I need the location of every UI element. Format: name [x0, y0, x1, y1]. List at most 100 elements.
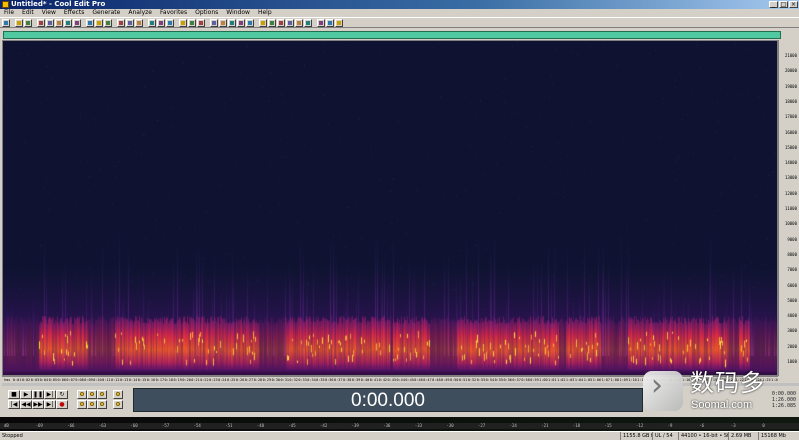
record-icon	[168, 20, 172, 25]
overview-bar[interactable]	[3, 31, 781, 39]
zoom-out-vertical-button[interactable]	[113, 400, 123, 409]
noise-button[interactable]	[304, 18, 312, 27]
db-label: -33	[414, 423, 423, 428]
db-label: -24	[509, 423, 517, 428]
spectral-view-button[interactable]	[117, 18, 125, 27]
invert-icon	[221, 20, 225, 25]
pause-button[interactable]: ❚❚	[32, 390, 44, 399]
menu-effects[interactable]: Effects	[60, 9, 88, 17]
fast-forward-button[interactable]: ▶▶	[32, 400, 44, 409]
delay-button[interactable]	[259, 18, 267, 27]
toolbar-separator	[144, 18, 147, 27]
zoom-out-button[interactable]	[95, 18, 103, 27]
db-label: -12	[636, 423, 644, 428]
paste-icon	[57, 20, 61, 25]
pitch-button[interactable]	[268, 18, 276, 27]
db-label: -63	[98, 423, 107, 428]
eq-button[interactable]	[237, 18, 245, 27]
zoom-to-left-button[interactable]	[77, 400, 87, 409]
noise-icon	[306, 20, 310, 25]
invert-button[interactable]	[219, 18, 227, 27]
db-label: -36	[383, 423, 391, 428]
menu-favorites[interactable]: Favorites	[156, 9, 191, 17]
menu-view[interactable]: View	[38, 9, 60, 17]
record-button[interactable]	[166, 18, 174, 27]
normalize-button[interactable]	[197, 18, 205, 27]
zoom-vertical-icon	[116, 392, 120, 396]
menu-file[interactable]: File	[0, 9, 18, 17]
zoom-out-icon	[90, 392, 94, 396]
marker-button[interactable]	[148, 18, 156, 27]
app-icon[interactable]	[2, 1, 9, 8]
maximize-button[interactable]: □	[779, 1, 788, 8]
zoom-full-button[interactable]	[97, 390, 107, 399]
watermark-brand: 数码多	[690, 369, 765, 397]
snap-button[interactable]	[135, 18, 143, 27]
help-button[interactable]	[335, 18, 343, 27]
waveform-view-button[interactable]	[126, 18, 134, 27]
filter-button[interactable]	[286, 18, 294, 27]
go-to-end-button[interactable]: ▶|	[44, 400, 56, 409]
cd-button[interactable]	[317, 18, 325, 27]
menu-generate[interactable]: Generate	[88, 9, 124, 17]
zoom-in-horizontal-button[interactable]	[77, 390, 87, 399]
amplify-button[interactable]	[188, 18, 196, 27]
reverb-button[interactable]	[246, 18, 254, 27]
select-button[interactable]	[104, 18, 112, 27]
toolbar	[0, 17, 799, 28]
tone-button[interactable]	[295, 18, 303, 27]
save-button[interactable]	[24, 18, 32, 27]
db-label: -21	[541, 423, 549, 428]
rewind-button[interactable]: ◀◀	[20, 400, 32, 409]
pitch-icon	[270, 20, 274, 25]
close-button[interactable]: ×	[789, 1, 798, 8]
record-button[interactable]: ●	[56, 400, 68, 409]
stretch-button[interactable]	[277, 18, 285, 27]
title-bar: Untitled* - Cool Edit Pro _ □ ×	[0, 0, 799, 9]
menu-options[interactable]: Options	[191, 9, 222, 17]
frequency-label: 16000	[784, 129, 797, 135]
menu-analyze[interactable]: Analyze	[124, 9, 156, 17]
eq-icon	[239, 20, 243, 25]
multitrack-button[interactable]	[2, 18, 10, 27]
script-icon	[328, 20, 332, 25]
zoom-out-icon	[97, 20, 101, 25]
frequency-ruler: 21000 20000 19000 18000 17000 16000 15000 14000…	[778, 40, 799, 376]
toolbar-separator	[82, 18, 85, 27]
window-title: Untitled* - Cool Edit Pro	[11, 0, 106, 8]
zoom-to-selection-button[interactable]	[87, 400, 97, 409]
cut-button[interactable]	[37, 18, 45, 27]
db-label: -51	[225, 423, 233, 428]
zoom-out-horizontal-button[interactable]	[87, 390, 97, 399]
zoom-in-button[interactable]	[86, 18, 94, 27]
paste-button[interactable]	[55, 18, 63, 27]
trim-button[interactable]	[73, 18, 81, 27]
stop-button[interactable]: ■	[8, 390, 20, 399]
copy-button[interactable]	[46, 18, 54, 27]
zoom-left-icon	[80, 402, 84, 406]
play-to-end-button[interactable]: ▶|	[44, 390, 56, 399]
db-label: dB	[4, 423, 9, 428]
loop-button[interactable]: ↻	[56, 390, 68, 399]
menu-edit[interactable]: Edit	[18, 9, 38, 17]
zoom-to-right-button[interactable]	[97, 400, 107, 409]
zoom-in-vertical-button[interactable]	[113, 390, 123, 399]
fade-button[interactable]	[228, 18, 236, 27]
frequency-label: 10000	[784, 221, 797, 227]
minimize-button[interactable]: _	[769, 1, 778, 8]
mix-paste-button[interactable]	[64, 18, 72, 27]
db-label: -48	[256, 423, 265, 428]
loop-button[interactable]	[157, 18, 165, 27]
db-label: -15	[604, 423, 612, 428]
noise-reduction-button[interactable]	[179, 18, 187, 27]
script-button[interactable]	[326, 18, 334, 27]
go-to-start-button[interactable]: |◀	[8, 400, 20, 409]
reverse-button[interactable]	[210, 18, 218, 27]
menu-window[interactable]: Window	[222, 9, 254, 17]
open-button[interactable]	[15, 18, 23, 27]
filter-icon	[288, 20, 292, 25]
reverse-icon	[212, 20, 216, 25]
menu-help[interactable]: Help	[254, 9, 276, 17]
play-button[interactable]: ▶	[20, 390, 32, 399]
db-label: -3	[730, 423, 736, 428]
